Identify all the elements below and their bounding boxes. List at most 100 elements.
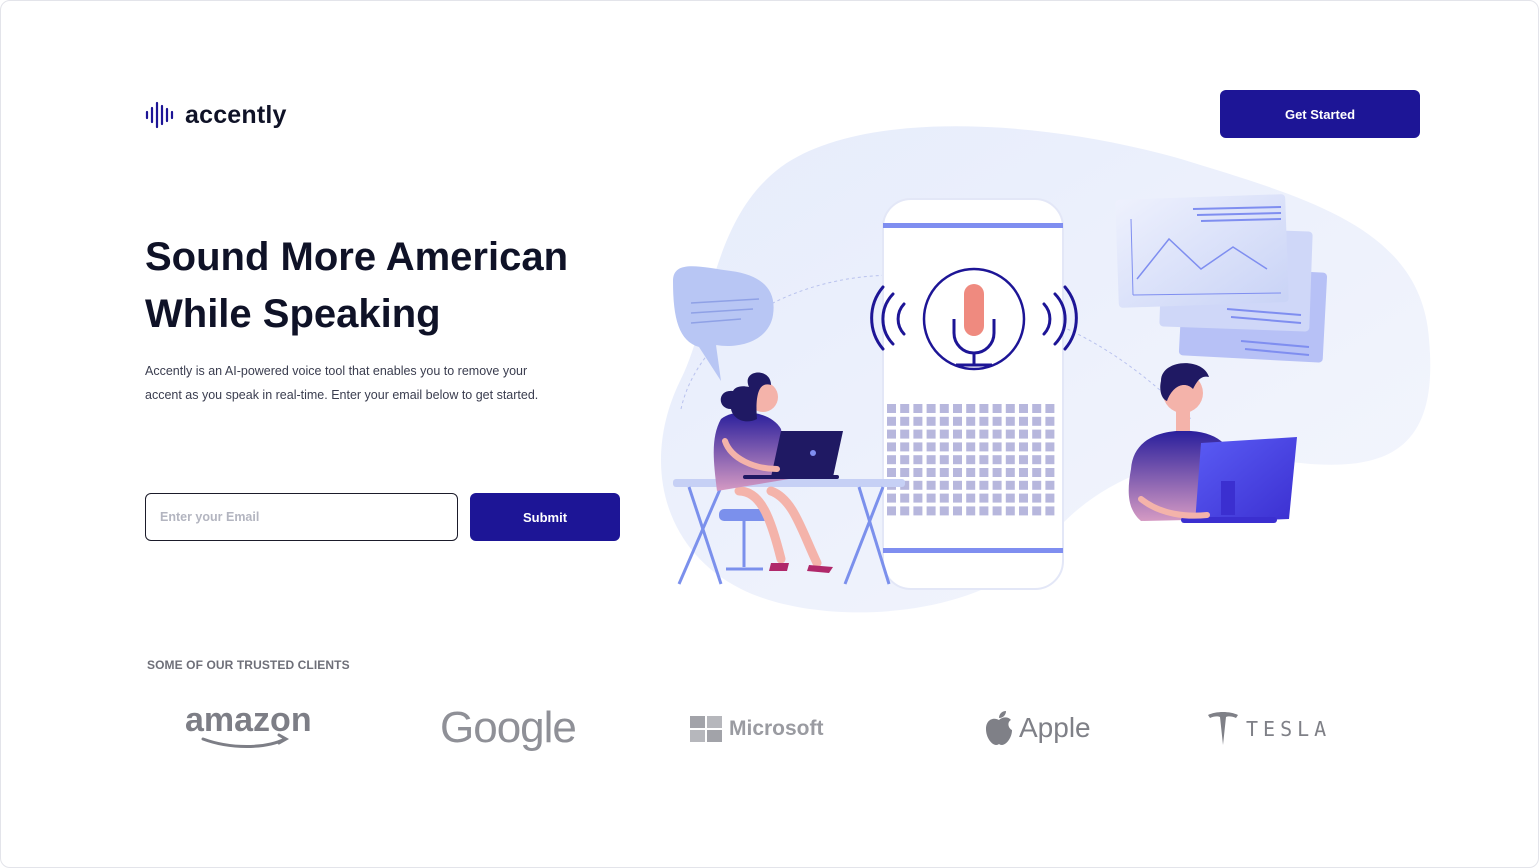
keypad-cell — [992, 455, 1002, 465]
keypad-cell — [1005, 493, 1015, 503]
keypad-cell — [900, 493, 910, 503]
keypad-cell — [1045, 416, 1055, 426]
keypad-cell — [913, 416, 923, 426]
google-logo: Google — [440, 701, 577, 755]
keypad-cell — [1032, 429, 1042, 439]
keypad-cell — [966, 429, 976, 439]
keypad-cell — [1045, 404, 1055, 413]
windows-grid-icon — [690, 716, 722, 742]
keypad-cell — [900, 455, 910, 465]
keypad-cell — [1005, 480, 1015, 490]
brand-logo[interactable]: accently — [145, 100, 287, 130]
keypad-cell — [887, 506, 896, 516]
keypad-cell — [953, 442, 962, 452]
keypad-cell — [887, 442, 896, 452]
keypad-cell — [887, 493, 896, 503]
keypad-cell — [900, 416, 910, 426]
keypad-cell — [900, 442, 910, 452]
keypad-cell — [953, 416, 962, 426]
microsoft-wordmark: Microsoft — [729, 717, 824, 740]
keypad-cell — [1019, 468, 1028, 477]
keypad-cell — [1019, 480, 1028, 490]
headline-line-1: Sound More American — [145, 235, 569, 279]
phone-graphic — [870, 198, 1078, 590]
keypad-cell — [1005, 455, 1015, 465]
keypad-cell — [1032, 493, 1042, 503]
keypad-cell — [939, 493, 949, 503]
keypad-cell — [926, 404, 936, 413]
keypad-cell — [1045, 493, 1055, 503]
apple-wordmark: Apple — [1019, 712, 1091, 743]
keypad-cell — [887, 404, 896, 413]
keypad-cell — [953, 480, 962, 490]
keypad-cell — [900, 468, 910, 477]
keypad-cell — [900, 506, 910, 516]
keypad-cell — [979, 404, 989, 413]
keypad-cell — [1005, 416, 1015, 426]
keypad-cell — [913, 506, 923, 516]
keypad-cell — [992, 480, 1002, 490]
keypad-cell — [926, 506, 936, 516]
keypad-cell — [939, 480, 949, 490]
soundwave-icon — [145, 100, 177, 130]
keypad-cell — [979, 442, 989, 452]
keypad-cell — [926, 468, 936, 477]
keypad-cell — [1032, 404, 1042, 413]
keypad-cell — [1032, 480, 1042, 490]
keypad-cell — [913, 404, 923, 413]
hero-headline: Sound More American While Speaking — [145, 229, 625, 343]
keypad-cell — [953, 404, 962, 413]
keypad-cell — [979, 493, 989, 503]
amazon-logo: amazon — [185, 701, 315, 751]
keypad-cell — [1032, 416, 1042, 426]
keypad-cell — [939, 429, 949, 439]
keypad-cell — [1005, 468, 1015, 477]
keypad-cell — [926, 416, 936, 426]
keypad-cell — [926, 455, 936, 465]
keypad-cell — [887, 468, 896, 477]
keypad-cell — [979, 468, 989, 477]
keypad-cell — [966, 416, 976, 426]
keypad-cell — [1005, 442, 1015, 452]
keypad-cell — [1019, 416, 1028, 426]
keypad-cell — [1019, 493, 1028, 503]
keypad-cell — [926, 493, 936, 503]
keypad-cell — [939, 506, 949, 516]
keypad-cell — [992, 404, 1002, 413]
keypad-cell — [887, 416, 896, 426]
keypad-cell — [966, 480, 976, 490]
keypad-cell — [979, 480, 989, 490]
keypad-cell — [939, 455, 949, 465]
hero-illustration — [621, 119, 1451, 619]
google-wordmark: Google — [440, 703, 577, 752]
keypad-cell — [913, 480, 923, 490]
keypad-cell — [992, 493, 1002, 503]
keypad-cell — [992, 468, 1002, 477]
keypad-cell — [1005, 506, 1015, 516]
clients-title: SOME OF OUR TRUSTED CLIENTS — [147, 658, 350, 672]
keypad-cell — [966, 442, 976, 452]
keypad-cell — [1019, 455, 1028, 465]
keypad-cell — [1032, 506, 1042, 516]
keypad-cell — [979, 416, 989, 426]
keypad-cell — [1005, 404, 1015, 413]
keypad-cell — [887, 455, 896, 465]
keypad-cell — [913, 442, 923, 452]
keypad-cell — [992, 442, 1002, 452]
keypad-cell — [939, 416, 949, 426]
keypad-cell — [966, 506, 976, 516]
keypad-cell — [966, 404, 976, 413]
keypad-cell — [1019, 404, 1028, 413]
keypad-cell — [1045, 442, 1055, 452]
keypad-cell — [979, 506, 989, 516]
keypad-cell — [1045, 429, 1055, 439]
keypad-cell — [953, 493, 962, 503]
keypad-cell — [913, 455, 923, 465]
keypad-cell — [887, 429, 896, 439]
keypad-cell — [1005, 429, 1015, 439]
keypad-cell — [966, 468, 976, 477]
apple-logo: Apple — [984, 705, 1091, 751]
submit-button[interactable]: Submit — [470, 493, 620, 541]
microsoft-logo: Microsoft — [690, 714, 824, 744]
email-input[interactable] — [145, 493, 458, 541]
